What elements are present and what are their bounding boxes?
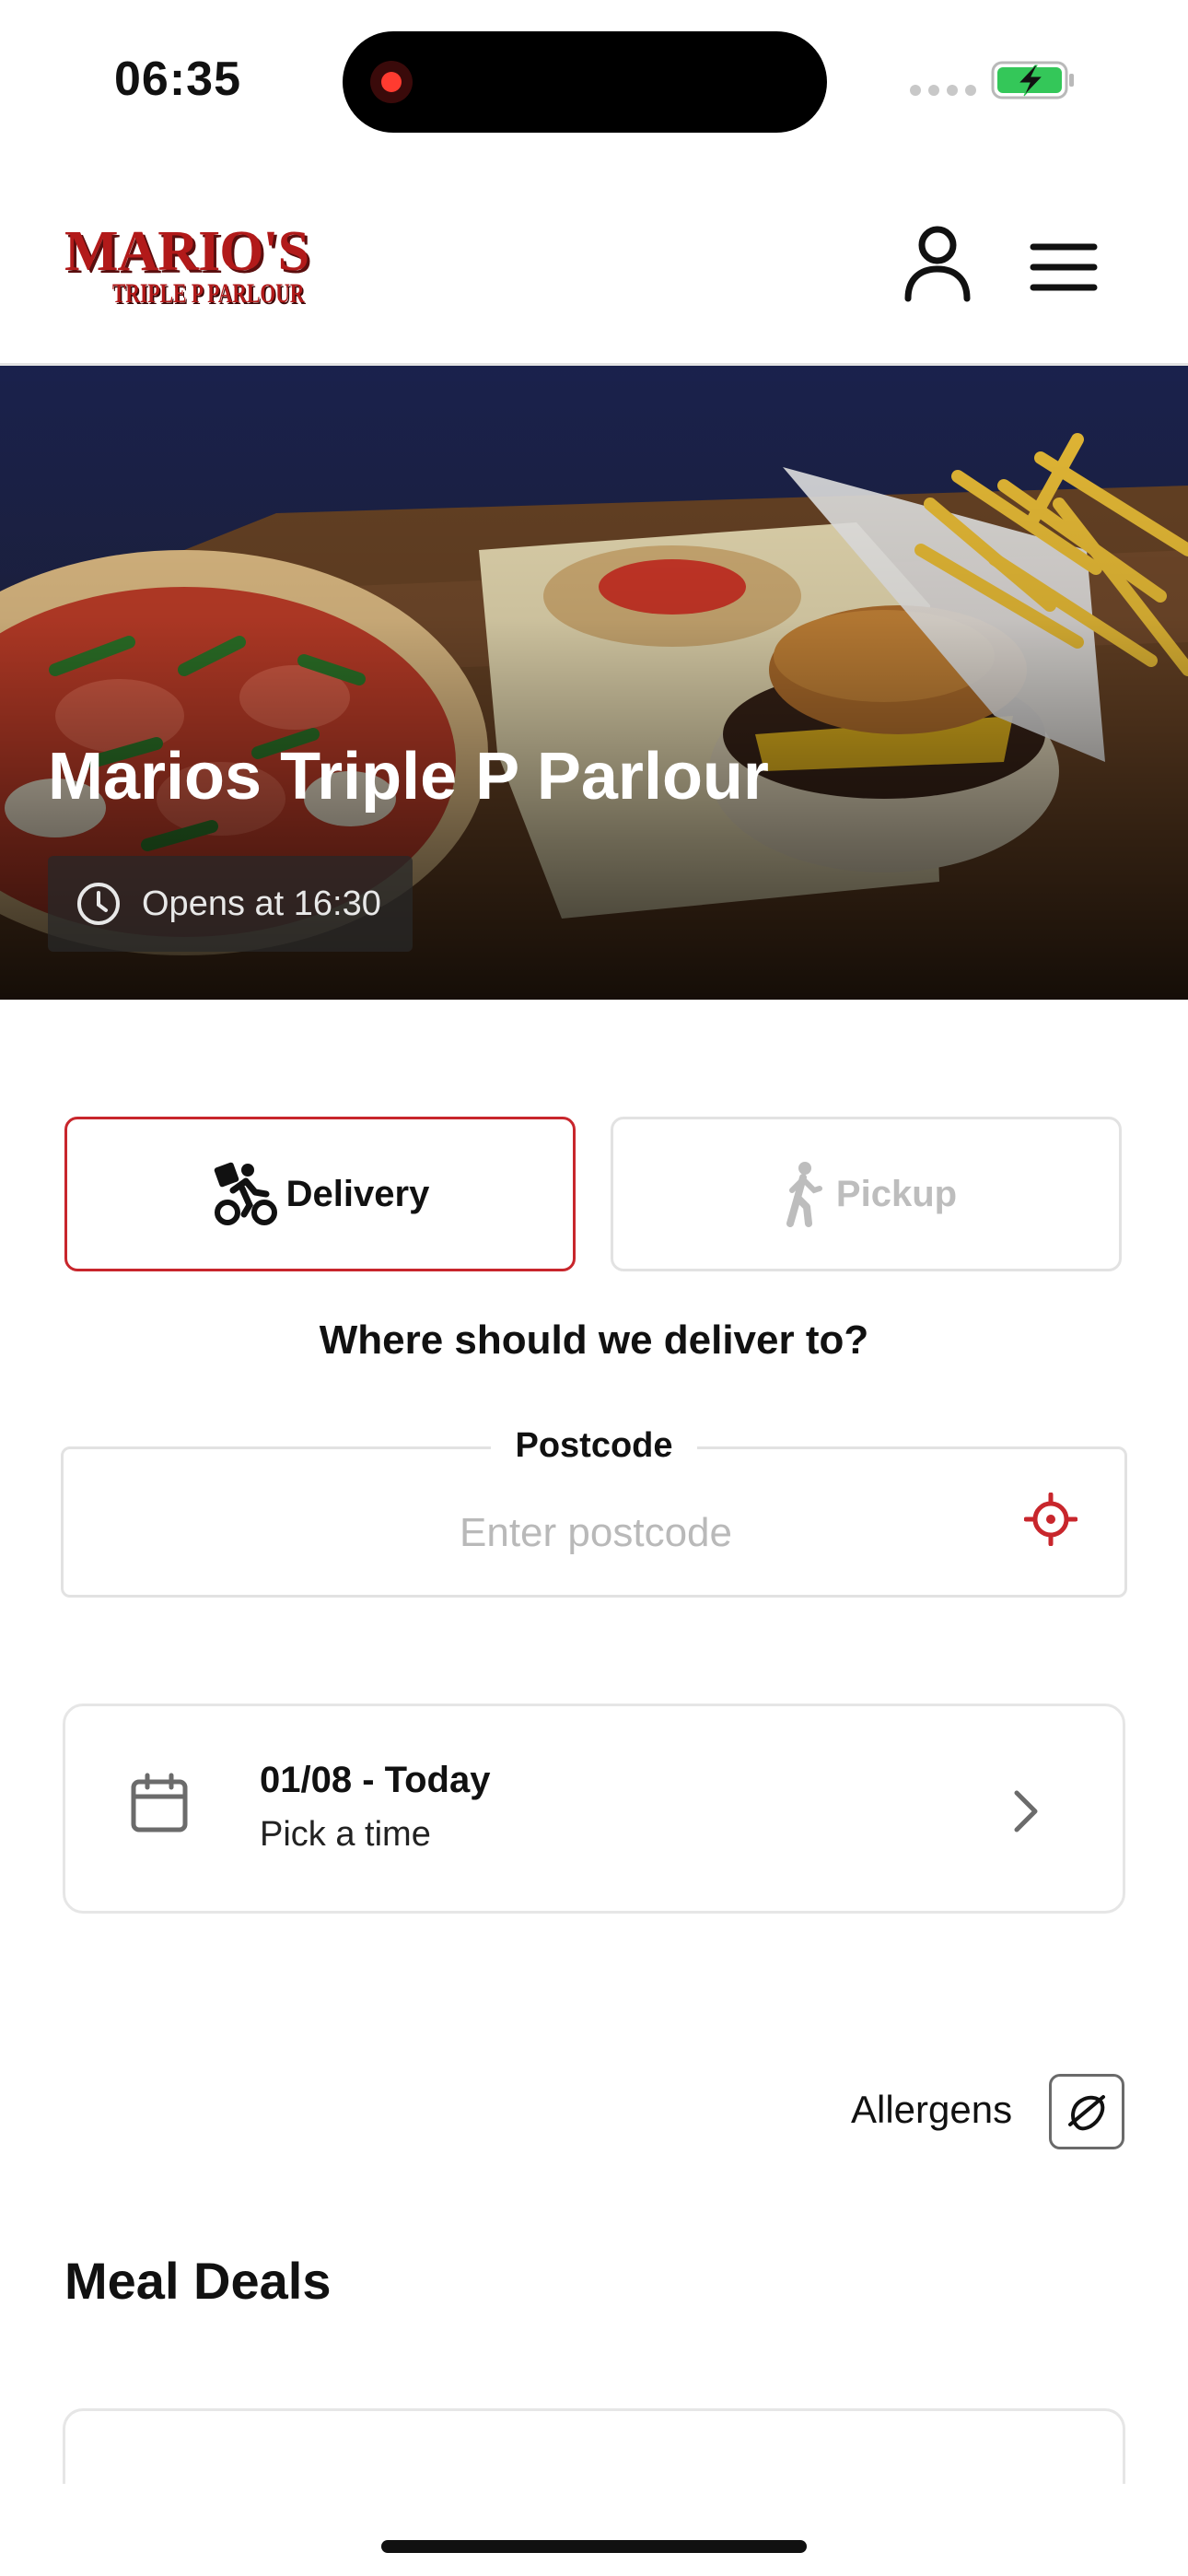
postcode-input[interactable]: [184, 1500, 1007, 1566]
walking-person-icon: [786, 1162, 822, 1227]
bottom-safe-area: [0, 2484, 1188, 2576]
delivery-mode-label: Delivery: [285, 1173, 430, 1214]
postcode-label: Postcode: [491, 1426, 697, 1465]
allergens-label: Allergens: [851, 2088, 1013, 2131]
delivery-mode-button[interactable]: Delivery: [64, 1117, 576, 1271]
pick-time-text: Pick a time: [260, 1815, 431, 1854]
time-picker-card[interactable]: [63, 1704, 1125, 1914]
user-icon[interactable]: [901, 221, 974, 304]
logo-sub-text: TRIPLE P PARLOUR: [112, 278, 305, 309]
opening-status-badge: Opens at 16:30: [48, 856, 413, 952]
restaurant-name: Marios Triple P Parlour: [48, 740, 769, 814]
delivery-bike-icon: [214, 1162, 277, 1225]
delivery-question: Where should we deliver to?: [319, 1317, 869, 1363]
app-header: MARIO'S TRIPLE P PARLOUR: [0, 157, 1188, 366]
hero-banner: Marios Triple P Parlour Opens at 16:30: [0, 366, 1188, 1000]
opening-status-text: Opens at 16:30: [142, 884, 381, 923]
dynamic-island: [343, 31, 827, 133]
allergens-button[interactable]: [1049, 2074, 1124, 2149]
allergens-icon: [1068, 2095, 1105, 2131]
brand-logo[interactable]: MARIO'S TRIPLE P PARLOUR: [64, 221, 309, 311]
home-indicator[interactable]: [381, 2540, 807, 2553]
menu-section-title: Meal Deals: [64, 2252, 332, 2310]
selected-date: 01/08 - Today: [260, 1760, 491, 1800]
logo-main-text: MARIO'S: [64, 220, 309, 283]
signal-icon: [910, 85, 976, 96]
status-time: 06:35: [114, 53, 241, 106]
clock-icon: [77, 883, 120, 925]
calendar-icon: [131, 1773, 188, 1832]
pickup-mode-button[interactable]: Pickup: [611, 1117, 1122, 1271]
hamburger-menu-icon[interactable]: [1028, 240, 1101, 295]
battery-charging-icon: [991, 61, 1074, 100]
crosshair-location-icon[interactable]: [1024, 1493, 1077, 1546]
record-icon: [370, 61, 413, 103]
chevron-right-icon: [1014, 1790, 1038, 1832]
pickup-mode-label: Pickup: [835, 1173, 958, 1214]
status-bar: 06:35: [0, 0, 1188, 157]
